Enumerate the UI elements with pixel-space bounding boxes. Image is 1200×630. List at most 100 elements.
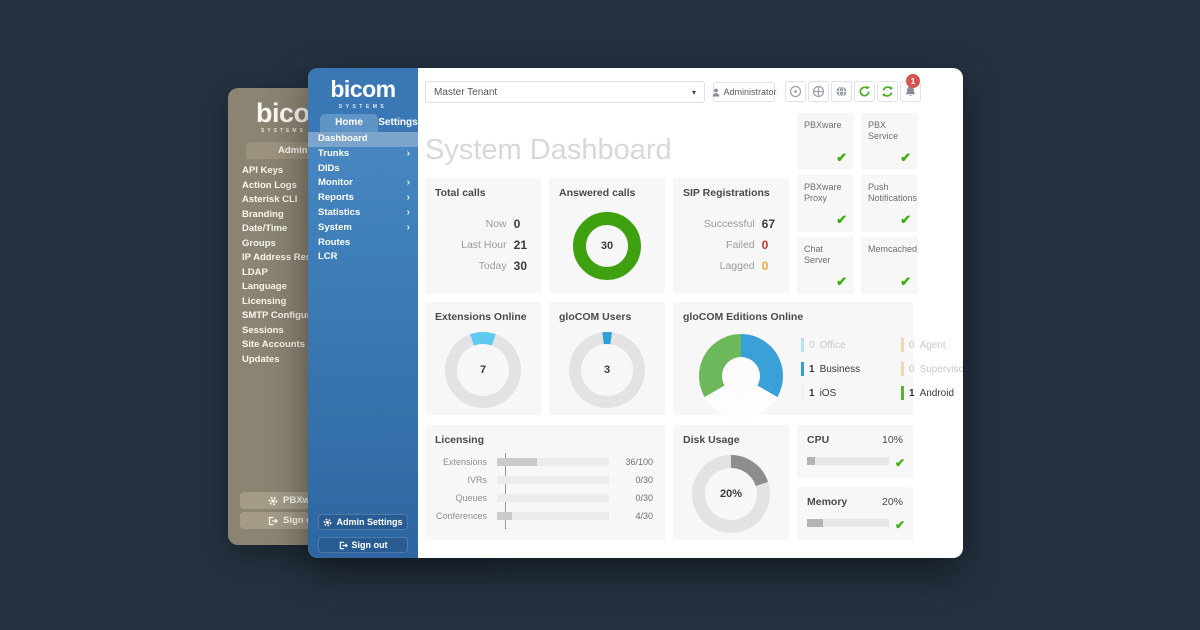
legend-swatch [801, 338, 804, 352]
bicom-logo-subtitle: SYSTEMS [261, 128, 306, 134]
sidebar-item-lcr[interactable]: LCR [308, 250, 418, 265]
legend-swatch [901, 338, 904, 352]
administrator-button[interactable]: Administrator [713, 82, 775, 102]
progress-bar [497, 512, 609, 520]
legend-item-agent: 0 Agent [901, 338, 963, 352]
tenant-select[interactable]: Master Tenant ▾ [425, 81, 705, 103]
legend-item-office: 0 Office [801, 338, 889, 352]
licensing-row-ivrs: IVRs 0/30 [435, 475, 653, 484]
admin-settings-button[interactable]: Admin Settings [318, 514, 408, 530]
legend-swatch [801, 386, 804, 400]
disk-usage-card: Disk Usage 20% [673, 425, 789, 540]
legend-item-ios: 1 iOS [801, 386, 889, 400]
chevron-right-icon: › [407, 147, 410, 162]
glocom-users-value: 3 [581, 344, 633, 396]
sidebar-menu: Dashboard Trunks› DIDs Monitor› Reports›… [308, 132, 418, 265]
check-icon: ✔ [895, 456, 905, 470]
network-button[interactable] [808, 81, 829, 102]
service-card-pbxware: PBXware ✔ [797, 113, 854, 170]
chevron-down-icon: ▾ [692, 88, 696, 97]
notification-badge[interactable]: 1 [906, 74, 920, 88]
disk-usage-value: 20% [705, 468, 757, 520]
memory-value: 20% [882, 496, 903, 508]
legend-swatch [901, 362, 904, 376]
sign-out-icon [339, 541, 348, 550]
memory-progress-bar [807, 519, 889, 527]
legend-swatch [901, 386, 904, 400]
glocom-editions-donut [699, 334, 783, 418]
sip-registrations-card: SIP Registrations Successful67 Failed0 L… [673, 178, 789, 293]
sync-icon [881, 85, 894, 98]
sidebar-item-dids[interactable]: DIDs [308, 162, 418, 177]
answered-calls-donut: 30 [573, 212, 641, 280]
sidebar-item-monitor[interactable]: Monitor› [308, 176, 418, 191]
legend-item-supervisor: 0 Supervisor [901, 362, 963, 376]
cpu-value: 10% [882, 434, 903, 446]
sidebar-item-statistics[interactable]: Statistics› [308, 206, 418, 221]
globe-icon [835, 85, 848, 98]
service-card-push-notifications: Push Notifications ✔ [861, 175, 918, 232]
bicom-logo: bicom [308, 76, 418, 103]
sidebar-item-system[interactable]: System› [308, 221, 418, 236]
licensing-card: Licensing Extensions 36/100 IVRs 0/30 Qu… [425, 425, 665, 540]
sidebar-tabs: Home Settings [308, 114, 418, 132]
check-icon: ✔ [900, 274, 911, 290]
page-title: System Dashboard [425, 134, 672, 167]
licensing-row-queues: Queues 0/30 [435, 493, 653, 502]
tab-home[interactable]: Home [320, 114, 378, 132]
progress-bar [497, 494, 609, 502]
service-card-chat-server: Chat Server ✔ [797, 237, 854, 294]
chevron-right-icon: › [407, 191, 410, 206]
sign-out-icon [268, 516, 278, 526]
glocom-editions-card: gloCOM Editions Online 0 Office 1 Busine… [673, 302, 913, 415]
service-card-memcached: Memcached ✔ [861, 237, 918, 294]
progress-bar [497, 476, 609, 484]
legend-item-android: 1 Android [901, 386, 963, 400]
total-calls-card: Total calls Now0 Last Hour21 Today30 [425, 178, 541, 293]
chevron-right-icon: › [407, 176, 410, 191]
status-indicator-button[interactable] [785, 81, 806, 102]
licensing-rows: Extensions 36/100 IVRs 0/30 Queues 0/30 … [435, 457, 653, 520]
extensions-online-card: Extensions Online 7 [425, 302, 541, 415]
memory-card: Memory 20% ✔ [797, 487, 913, 540]
refresh-icon [858, 85, 871, 98]
progress-bar [497, 458, 609, 466]
user-icon [712, 88, 720, 97]
sidebar-item-reports[interactable]: Reports› [308, 191, 418, 206]
glocom-editions-legend: 0 Office 1 Business 1 iOS 0 Agent 0 [801, 338, 963, 400]
total-calls-values: Now0 Last Hour21 Today30 [461, 218, 527, 273]
sidebar-item-dashboard[interactable]: Dashboard [308, 132, 418, 147]
sign-out-button[interactable]: Sign out [318, 537, 408, 553]
pbxware-dashboard-window: bicom SYSTEMS Home Settings Dashboard Tr… [308, 68, 963, 558]
licensing-row-extensions: Extensions 36/100 [435, 457, 653, 466]
globe-button[interactable] [831, 81, 852, 102]
gear-icon [268, 496, 278, 506]
check-icon: ✔ [836, 212, 847, 228]
glocom-users-card: gloCOM Users 3 [549, 302, 665, 415]
crosshair-globe-icon [812, 85, 825, 98]
sip-registrations-values: Successful67 Failed0 Lagged0 [704, 218, 775, 273]
target-dot-icon [789, 85, 802, 98]
cpu-card: CPU 10% ✔ [797, 425, 913, 478]
tab-settings[interactable]: Settings [378, 114, 418, 132]
extensions-online-value: 7 [457, 344, 509, 396]
service-card-pbx-service: PBX Service ✔ [861, 113, 918, 170]
extensions-online-donut: 7 [445, 332, 521, 408]
glocom-users-donut: 3 [569, 332, 645, 408]
legend-item-business: 1 Business [801, 362, 889, 376]
chevron-right-icon: › [407, 206, 410, 221]
disk-usage-donut: 20% [692, 455, 770, 533]
sidebar-item-trunks[interactable]: Trunks› [308, 147, 418, 162]
service-card-pbxware-proxy: PBXware Proxy ✔ [797, 175, 854, 232]
sync-button[interactable] [877, 81, 898, 102]
sidebar-item-routes[interactable]: Routes [308, 236, 418, 251]
refresh-button[interactable] [854, 81, 875, 102]
bicom-logo-subtitle: SYSTEMS [308, 104, 418, 110]
check-icon: ✔ [836, 150, 847, 166]
check-icon: ✔ [900, 150, 911, 166]
check-icon: ✔ [900, 212, 911, 228]
cpu-progress-bar [807, 457, 889, 465]
check-icon: ✔ [836, 274, 847, 290]
licensing-row-conferences: Conferences 4/30 [435, 511, 653, 520]
gear-icon [323, 518, 332, 527]
